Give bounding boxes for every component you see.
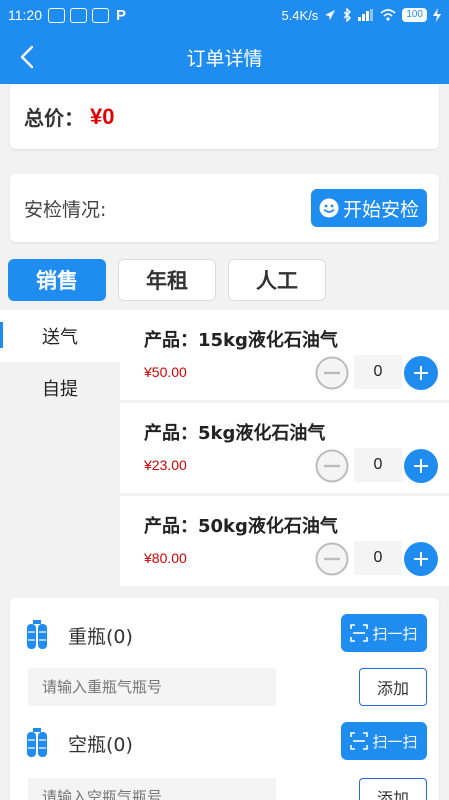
location-icon [325, 10, 336, 20]
product-name: 产品：50kg液化石油气 [144, 516, 338, 537]
parking-app-icon: P [116, 6, 127, 24]
tab-manual[interactable]: 人工 [228, 259, 326, 301]
sidebar-item-pickup[interactable]: 自提 [0, 362, 120, 414]
delivery-sidebar: 送气 自提 [0, 310, 120, 588]
sidebar-item-delivery[interactable]: 送气 [0, 310, 120, 362]
product-item: 产品：50kg液化石油气 ¥80.00 0 [120, 496, 449, 586]
total-price-card: 总价： ¥0 [10, 84, 439, 149]
product-name: 产品：5kg液化石油气 [144, 423, 326, 444]
empty-bottle-label: 空瓶(0) [68, 733, 133, 756]
tab-sales[interactable]: 销售 [8, 259, 106, 301]
page-title: 订单详情 [186, 47, 263, 70]
empty-bottle-add-button[interactable]: 添加 [359, 778, 427, 800]
scan-label: 扫一扫 [372, 624, 418, 643]
status-bar: 11:20 P 5.4K/s 100 [0, 0, 449, 30]
tab-annual-rent[interactable]: 年租 [118, 259, 216, 301]
plus-icon[interactable] [404, 356, 438, 390]
minus-icon[interactable] [315, 356, 349, 390]
full-bottle-label: 重瓶(0) [68, 625, 133, 648]
bottle-card: 重瓶(0) 扫一扫 添加 空瓶(0) 扫一扫 添加 [10, 598, 439, 800]
notification-app-icon [70, 7, 87, 23]
scan-icon [350, 624, 369, 642]
product-price: ¥23.00 [144, 457, 187, 473]
plus-icon[interactable] [404, 449, 438, 483]
inspection-label: 安检情况: [24, 198, 107, 221]
quantity-value[interactable]: 0 [354, 448, 402, 482]
quantity-value[interactable]: 0 [354, 541, 402, 575]
network-speed: 5.4K/s [281, 7, 319, 23]
signal-icon [358, 9, 374, 21]
inspection-card: 安检情况: 开始安检 [10, 174, 439, 242]
start-inspection-label: 开始安检 [342, 198, 419, 221]
bluetooth-icon [343, 8, 352, 22]
notification-app-icon [48, 7, 65, 23]
full-bottle-scan-button[interactable]: 扫一扫 [341, 614, 427, 652]
product-item: 产品：5kg液化石油气 ¥23.00 0 [120, 403, 449, 493]
start-inspection-button[interactable]: 开始安检 [310, 189, 427, 227]
scan-icon [350, 732, 369, 750]
nav-bar: 订单详情 [0, 30, 449, 84]
category-tabs: 销售 年租 人工 [8, 259, 326, 301]
total-value: ¥0 [90, 103, 115, 129]
empty-bottle-row: 空瓶(0) [26, 728, 133, 758]
total-label: 总价： [24, 106, 84, 130]
charging-icon [433, 8, 441, 22]
minus-icon[interactable] [315, 449, 349, 483]
empty-bottle-scan-button[interactable]: 扫一扫 [341, 722, 427, 760]
wifi-icon [380, 9, 396, 21]
plus-icon[interactable] [404, 542, 438, 576]
empty-bottle-number-input[interactable] [28, 778, 276, 800]
quantity-value[interactable]: 0 [354, 355, 402, 389]
battery-icon: 100 [402, 8, 427, 22]
status-time: 11:20 [8, 7, 42, 23]
product-price: ¥50.00 [144, 364, 187, 380]
full-bottle-row: 重瓶(0) [26, 620, 133, 650]
notification-app-icon [92, 7, 109, 23]
scan-label: 扫一扫 [372, 732, 418, 751]
chevron-left-icon[interactable] [14, 43, 42, 71]
product-name: 产品：15kg液化石油气 [144, 330, 338, 351]
product-list: 产品：15kg液化石油气 ¥50.00 0 产品：5kg液化石油气 ¥23.00… [120, 310, 449, 589]
product-price: ¥80.00 [144, 550, 187, 566]
gas-cylinder-icon [27, 620, 47, 649]
full-bottle-add-button[interactable]: 添加 [359, 668, 427, 706]
minus-icon[interactable] [315, 542, 349, 576]
smile-icon [319, 198, 339, 218]
gas-cylinder-icon [27, 728, 47, 757]
product-item: 产品：15kg液化石油气 ¥50.00 0 [120, 310, 449, 400]
full-bottle-number-input[interactable] [28, 668, 276, 706]
